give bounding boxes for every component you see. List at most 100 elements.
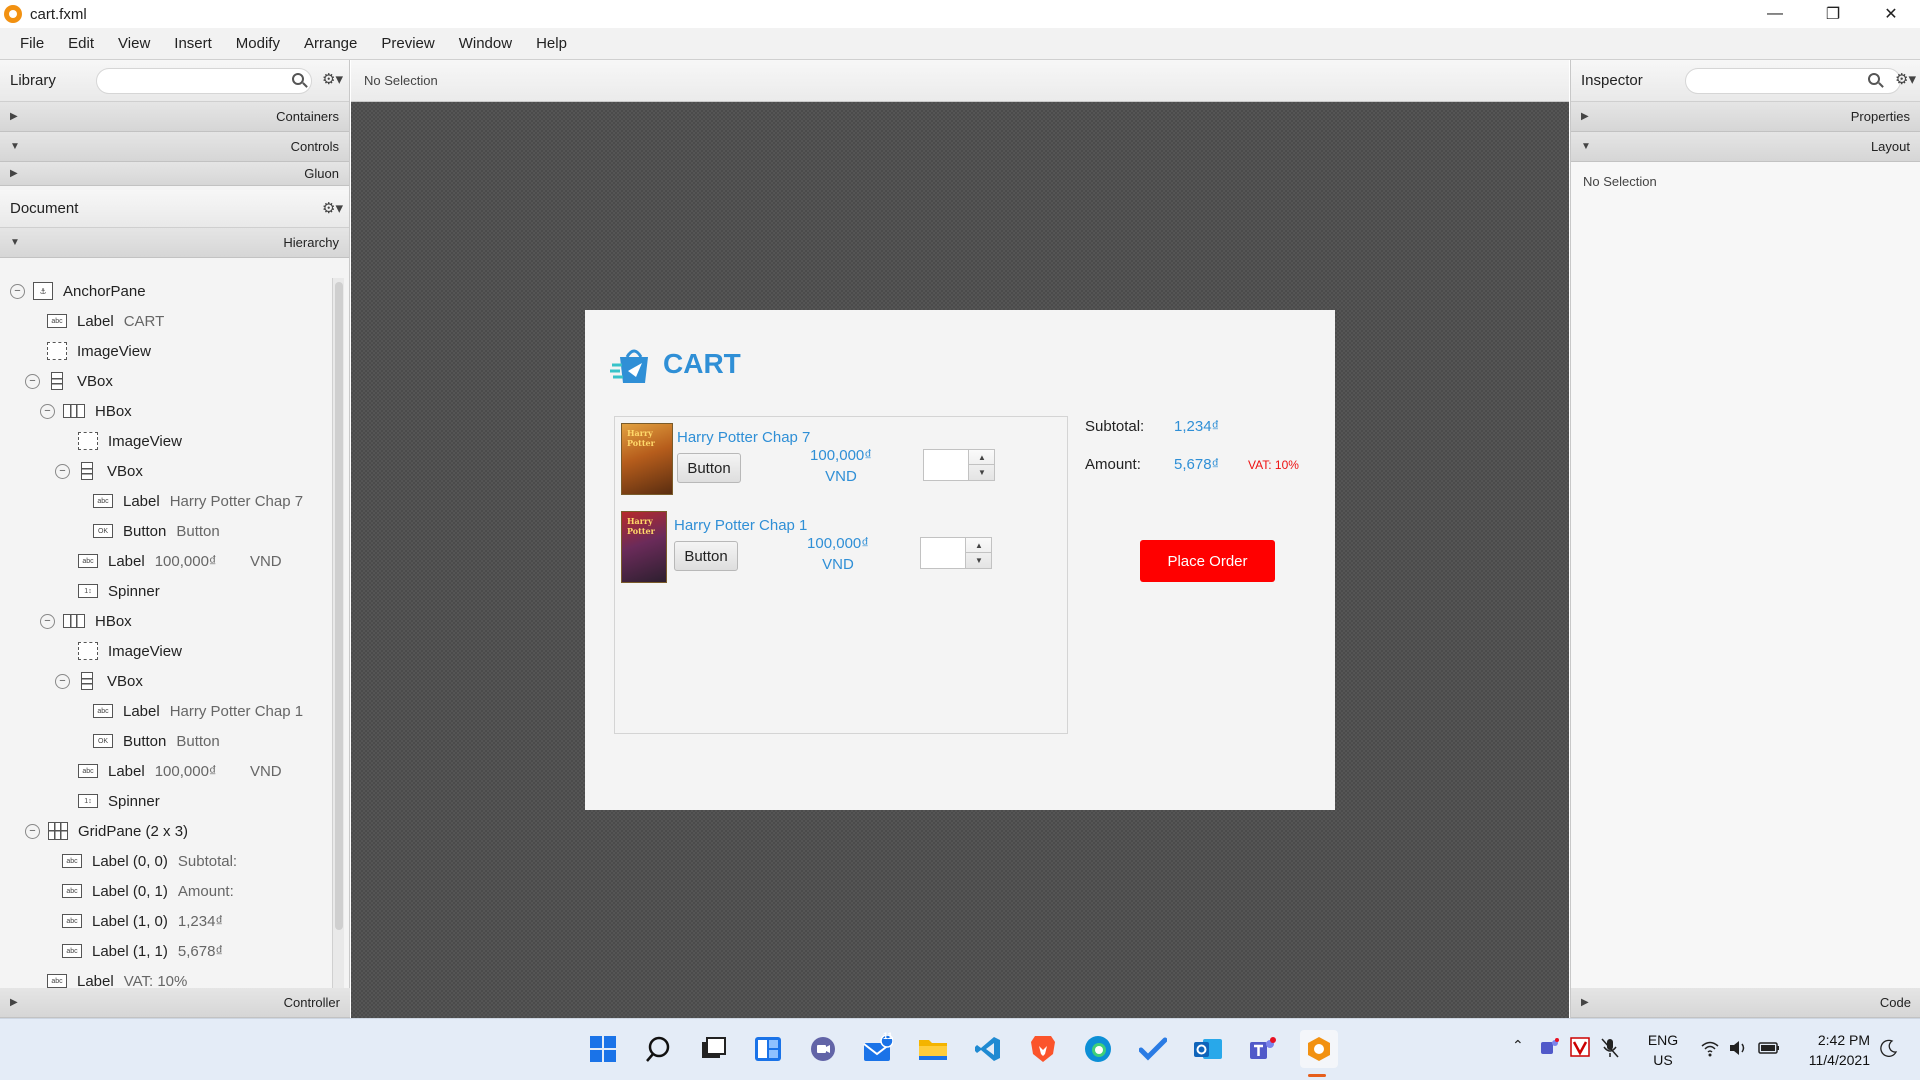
tree-node-label-subtotal[interactable]: abc Label (0, 0) Subtotal: — [62, 846, 237, 876]
tree-node-gridpane[interactable]: − GridPane (2 x 3) — [25, 816, 188, 846]
mail-icon[interactable]: 11 — [861, 1031, 895, 1066]
tree-node-spinner[interactable]: 1↕ Spinner — [78, 576, 160, 606]
section-containers[interactable]: ▶ Containers — [0, 102, 349, 132]
section-controls[interactable]: ▼ Controls — [0, 132, 349, 162]
menu-view[interactable]: View — [106, 35, 162, 52]
hierarchy-scrollbar[interactable] — [332, 278, 344, 988]
spinner-down-icon[interactable]: ▼ — [969, 465, 995, 480]
tree-node-vbox[interactable]: − VBox — [55, 666, 143, 696]
expanded-triangle-icon: ▼ — [10, 237, 20, 248]
teams-icon[interactable] — [1246, 1032, 1280, 1066]
file-explorer-icon[interactable] — [916, 1032, 950, 1066]
teams-tray-icon[interactable] — [1540, 1037, 1560, 1060]
quantity-spinner[interactable]: ▲ ▼ — [920, 537, 992, 569]
tree-node-label-vat[interactable]: abc Label VAT: 10% — [47, 966, 187, 988]
tree-node-label-chap1[interactable]: abc Label Harry Potter Chap 1 — [93, 696, 303, 726]
scene-builder-taskbar-icon[interactable] — [1300, 1030, 1338, 1077]
inspector-selection-status: No Selection — [1583, 174, 1657, 189]
widgets-icon[interactable] — [751, 1032, 785, 1066]
tree-node-label-subtotal-value[interactable]: abc Label (1, 0) 1,234₫ — [62, 906, 223, 936]
spinner-up-icon[interactable]: ▲ — [969, 450, 995, 465]
battery-icon[interactable] — [1758, 1039, 1780, 1060]
tree-node-label-chap7[interactable]: abc Label Harry Potter Chap 7 — [93, 486, 303, 516]
outlook-icon[interactable] — [1191, 1032, 1225, 1066]
search-icon[interactable] — [1868, 73, 1880, 85]
teams-chat-icon[interactable] — [806, 1032, 840, 1066]
cart-stage[interactable]: CART Harry Potter Harry Potter Chap 7 Bu… — [585, 310, 1335, 810]
restore-button[interactable]: ❐ — [1804, 0, 1862, 28]
item-button[interactable]: Button — [677, 453, 741, 483]
section-code[interactable]: ▶ Code — [1571, 988, 1920, 1018]
search-icon[interactable] — [292, 73, 304, 85]
tree-node-button[interactable]: OK Button Button — [93, 516, 220, 546]
section-gluon[interactable]: ▶ Gluon — [0, 162, 349, 186]
menu-modify[interactable]: Modify — [224, 35, 292, 52]
menu-preview[interactable]: Preview — [369, 35, 446, 52]
item-button[interactable]: Button — [674, 541, 738, 571]
todo-icon[interactable] — [1136, 1032, 1170, 1066]
section-properties[interactable]: ▶ Properties — [1571, 102, 1920, 132]
tree-node-vbox[interactable]: − VBox — [25, 366, 113, 396]
menu-edit[interactable]: Edit — [56, 35, 106, 52]
close-button[interactable]: ✕ — [1862, 0, 1920, 28]
tree-node-label-amount-value[interactable]: abc Label (1, 1) 5,678₫ — [62, 936, 223, 966]
node-type: Button — [123, 732, 167, 750]
collapse-toggle-icon[interactable]: − — [25, 373, 40, 389]
inspector-gear-icon[interactable]: ⚙▾ — [1895, 70, 1916, 88]
tree-node-spinner[interactable]: 1↕ Spinner — [78, 786, 160, 816]
tree-node-hbox[interactable]: − HBox — [40, 606, 132, 636]
tree-node-vbox[interactable]: − VBox — [55, 456, 143, 486]
search-icon[interactable] — [641, 1032, 675, 1066]
tree-node-label-amount[interactable]: abc Label (0, 1) Amount: — [62, 876, 234, 906]
collapse-toggle-icon[interactable]: − — [10, 283, 25, 299]
edge-browser-icon[interactable] — [1081, 1032, 1115, 1066]
collapse-toggle-icon[interactable]: − — [40, 403, 55, 419]
tree-node-label-price[interactable]: abc Label 100,000₫ VND — [78, 546, 282, 576]
collapse-toggle-icon[interactable]: − — [55, 463, 70, 479]
library-search-input[interactable] — [96, 68, 312, 94]
section-controller[interactable]: ▶ Controller — [0, 988, 350, 1018]
language-indicator[interactable]: ENG US — [1645, 1030, 1681, 1070]
focus-moon-icon[interactable] — [1880, 1039, 1898, 1060]
menu-arrange[interactable]: Arrange — [292, 35, 369, 52]
collapse-toggle-icon[interactable]: − — [55, 673, 70, 689]
menu-window[interactable]: Window — [447, 35, 524, 52]
start-windows-icon[interactable] — [586, 1032, 620, 1066]
tree-node-button[interactable]: OK Button Button — [93, 726, 220, 756]
quantity-spinner[interactable]: ▲ ▼ — [923, 449, 995, 481]
node-type: Spinner — [108, 792, 160, 810]
menu-help[interactable]: Help — [524, 35, 579, 52]
node-type: Spinner — [108, 582, 160, 600]
library-gear-icon[interactable]: ⚙▾ — [322, 70, 343, 88]
tree-node-label-cart[interactable]: abc Label CART — [47, 306, 164, 336]
wifi-icon[interactable] — [1700, 1039, 1720, 1060]
vscode-icon[interactable] — [971, 1032, 1005, 1066]
spinner-up-icon[interactable]: ▲ — [966, 538, 992, 553]
microphone-muted-icon[interactable] — [1600, 1037, 1620, 1062]
collapse-toggle-icon[interactable]: − — [40, 613, 55, 629]
brave-browser-icon[interactable] — [1026, 1032, 1060, 1066]
book-cover-title: Harry Potter — [627, 428, 655, 448]
tree-node-label-price[interactable]: abc Label 100,000₫ VND — [78, 756, 282, 786]
system-clock[interactable]: 2:42 PM 11/4/2021 — [1790, 1030, 1870, 1070]
spinner-down-icon[interactable]: ▼ — [966, 553, 992, 568]
menu-insert[interactable]: Insert — [162, 35, 224, 52]
minimize-button[interactable]: — — [1746, 0, 1804, 28]
tree-node-hbox[interactable]: − HBox — [40, 396, 132, 426]
section-hierarchy[interactable]: ▼ Hierarchy — [0, 228, 349, 258]
antivirus-tray-icon[interactable] — [1570, 1037, 1590, 1060]
document-gear-icon[interactable]: ⚙▾ — [322, 199, 343, 217]
section-layout[interactable]: ▼ Layout — [1571, 132, 1920, 162]
collapse-toggle-icon[interactable]: − — [25, 823, 40, 839]
task-view-icon[interactable] — [696, 1032, 730, 1066]
tree-node-imageview[interactable]: ImageView — [78, 636, 182, 666]
show-hidden-icons-chevron-icon[interactable]: ⌃ — [1512, 1037, 1524, 1054]
menu-file[interactable]: File — [8, 35, 56, 52]
volume-icon[interactable] — [1728, 1039, 1748, 1060]
scrollbar-thumb[interactable] — [335, 282, 343, 930]
collapsed-triangle-icon: ▶ — [1581, 997, 1589, 1008]
tree-node-imageview[interactable]: ImageView — [47, 336, 151, 366]
tree-node-imageview[interactable]: ImageView — [78, 426, 182, 456]
place-order-button[interactable]: Place Order — [1140, 540, 1275, 582]
tree-node-anchorpane[interactable]: − ⚓ AnchorPane — [10, 276, 146, 306]
